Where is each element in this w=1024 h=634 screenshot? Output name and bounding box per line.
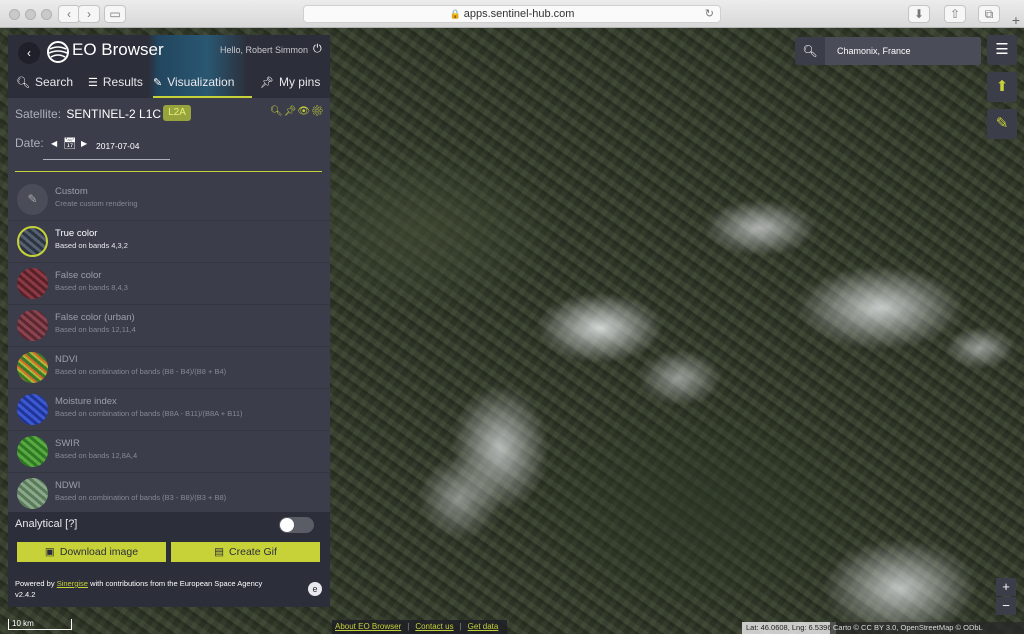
zoom-in-button[interactable]: + <box>996 578 1016 596</box>
satellite-name: SENTINEL-2 L1C <box>66 107 162 121</box>
viz-item-custom[interactable]: ✎ Custom Create custom rendering <box>8 179 330 221</box>
zoom-to-tile-icon[interactable]: 🔍︎ <box>270 106 284 117</box>
share-button[interactable]: ⇧ <box>944 5 966 23</box>
forward-button[interactable]: › <box>78 5 100 23</box>
maximize-window-button[interactable] <box>41 9 52 20</box>
panel-footer: Analytical [?] ▣ Download image ▤ Create G… <box>8 512 330 607</box>
analytical-toggle[interactable] <box>279 517 314 533</box>
hide-icon[interactable]: 👁︎ <box>297 106 311 117</box>
pencil-icon[interactable]: ✎ <box>987 109 1017 139</box>
esa-logo-icon: e <box>308 582 322 596</box>
analytical-label[interactable]: Analytical [?] <box>15 518 77 530</box>
tab-search[interactable]: 🔍︎ Search <box>16 75 73 98</box>
tabs-button[interactable]: ⧉ <box>978 5 1000 23</box>
false-color-urban-thumbnail <box>17 310 48 341</box>
l2a-badge[interactable]: L2A <box>163 105 191 121</box>
settings-icon[interactable]: ⚙︎ <box>311 106 325 117</box>
new-tab-button[interactable]: + <box>1012 12 1020 28</box>
viz-item-moisture-index[interactable]: Moisture index Based on combination of b… <box>8 389 330 431</box>
sinergise-link[interactable]: Sinergise <box>57 579 88 588</box>
tab-results[interactable]: ☰ Results <box>88 75 143 98</box>
upload-icon[interactable]: ⬆ <box>987 72 1017 102</box>
satellite-label: Satellite: <box>15 107 62 121</box>
map-attribution: Carto © CC BY 3.0, OpenStreetMap © ODbL <box>830 622 1024 634</box>
brush-icon: ✎ <box>17 184 48 215</box>
ndvi-thumbnail <box>17 352 48 383</box>
location-search-input[interactable]: Chamonix, France <box>825 37 981 65</box>
panel-header: ‹ EO Browser Hello, Robert Simmon ⏻ 🔍︎ Se… <box>8 35 330 98</box>
viz-item-ndvi[interactable]: NDVI Based on combination of bands (B8 -… <box>8 347 330 389</box>
reload-icon[interactable]: ↻ <box>705 6 714 23</box>
date-value[interactable]: 2017-07-04 <box>96 141 139 151</box>
zoom-out-button[interactable]: − <box>996 597 1016 615</box>
tab-visualization[interactable]: ✎ Visualization <box>153 75 252 98</box>
layers-icon[interactable]: ☰ <box>987 35 1017 65</box>
contact-link[interactable]: Contact us <box>415 622 453 631</box>
back-button[interactable]: ‹ <box>58 5 80 23</box>
eo-logo-icon <box>47 41 69 63</box>
calendar-icon[interactable]: 📅︎ <box>63 137 77 150</box>
about-link[interactable]: About EO Browser <box>335 622 401 631</box>
date-picker[interactable]: ◀ 📅︎ ▶ 2017-07-04 <box>43 136 170 160</box>
swir-thumbnail <box>17 436 48 467</box>
search-icon: 🔍︎ <box>802 44 818 58</box>
satellite-actions: 🔍︎📌︎👁︎⚙︎ <box>270 106 325 117</box>
eo-browser-panel: ‹ EO Browser Hello, Robert Simmon ⏻ 🔍︎ Se… <box>8 35 330 607</box>
image-icon: ▣ <box>44 546 55 558</box>
version-label: v2.4.2 <box>15 590 36 599</box>
location-search[interactable]: 🔍︎ Chamonix, France <box>795 37 981 65</box>
film-icon: ▤ <box>214 546 225 558</box>
ndwi-thumbnail <box>17 478 48 509</box>
minimize-window-button[interactable] <box>25 9 36 20</box>
powered-by-text: Powered by Sinergise with contributions … <box>15 579 263 588</box>
address-bar[interactable]: 🔒 apps.sentinel-hub.com ↻ <box>303 5 721 23</box>
visualization-list: ✎ Custom Create custom rendering True co… <box>8 179 330 515</box>
pin-icon[interactable]: 📌︎ <box>284 106 298 117</box>
sliders-icon: ☰ <box>88 77 98 89</box>
coordinates-readout: Lat: 46.0608, Lng: 6.5396 <box>742 622 836 634</box>
tab-my-pins[interactable]: 📌︎ My pins <box>260 75 320 98</box>
viz-item-false-color-urban[interactable]: False color (urban) Based on bands 12,11… <box>8 305 330 347</box>
next-date-icon[interactable]: ▶ <box>81 139 87 148</box>
pin-icon: 📌︎ <box>260 77 274 89</box>
viz-item-true-color[interactable]: True color Based on bands 4,3,2 <box>8 221 330 263</box>
lock-icon: 🔒 <box>449 9 461 19</box>
get-data-link[interactable]: Get data <box>468 622 499 631</box>
scale-bar: 10 km <box>8 619 72 630</box>
viz-item-swir[interactable]: SWIR Based on bands 12,8A,4 <box>8 431 330 473</box>
close-window-button[interactable] <box>9 9 20 20</box>
divider <box>15 171 322 172</box>
power-icon[interactable]: ⏻ <box>313 43 322 56</box>
brush-icon: ✎ <box>153 77 163 89</box>
false-color-thumbnail <box>17 268 48 299</box>
satellite-row: Satellite: SENTINEL-2 L1C <box>15 107 161 121</box>
prev-date-icon[interactable]: ◀ <box>51 139 57 148</box>
downloads-button[interactable]: ⬇ <box>908 5 930 23</box>
url-text: apps.sentinel-hub.com <box>463 8 575 20</box>
download-image-button[interactable]: ▣ Download image <box>17 542 166 562</box>
user-greeting: Hello, Robert Simmon <box>220 45 309 55</box>
footer-links: About EO Browser | Contact us | Get data <box>332 620 508 634</box>
true-color-thumbnail <box>17 226 48 257</box>
moisture-index-thumbnail <box>17 394 48 425</box>
collapse-panel-button[interactable]: ‹ <box>18 42 40 64</box>
create-gif-button[interactable]: ▤ Create Gif <box>171 542 320 562</box>
sidebar-toggle-button[interactable]: ▭ <box>104 5 126 23</box>
date-label: Date: <box>15 136 44 150</box>
viz-item-false-color[interactable]: False color Based on bands 8,4,3 <box>8 263 330 305</box>
app-title: EO Browser <box>72 40 164 59</box>
search-icon: 🔍︎ <box>16 77 30 89</box>
viz-item-ndwi[interactable]: NDWI Based on combination of bands (B3 -… <box>8 473 330 515</box>
toggle-knob <box>280 518 294 532</box>
panel-tabs: 🔍︎ Search ☰ Results ✎ Visualization 📌︎ My pi… <box>8 71 330 98</box>
browser-toolbar: ‹ › ▭ 🔒 apps.sentinel-hub.com ↻ ⬇ ⇧ ⧉ + <box>0 0 1024 28</box>
